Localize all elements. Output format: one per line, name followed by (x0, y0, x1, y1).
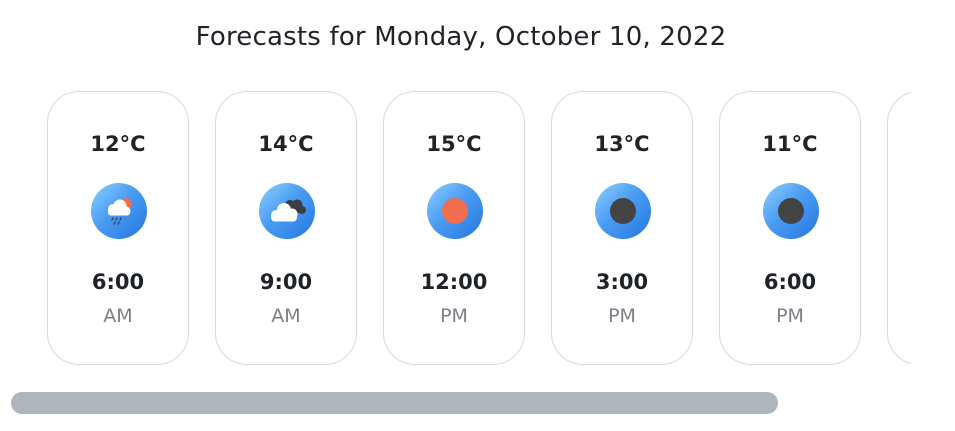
page-title: Forecasts for Monday, October 10, 2022 (195, 22, 727, 52)
rain-cloud-sun-icon (91, 183, 147, 239)
moon-icon (595, 183, 651, 239)
forecast-card[interactable]: 15°C 12:00 PM (383, 91, 525, 365)
forecast-time: 12:00 (420, 270, 488, 294)
cloudy-icon (259, 183, 315, 239)
forecast-temp: 14°C (258, 132, 314, 156)
moon-icon (763, 183, 819, 239)
forecast-temp: 11°C (762, 132, 818, 156)
forecast-card[interactable]: 13°C 3:00 PM (551, 91, 693, 365)
forecast-time: 6:00 (763, 270, 817, 294)
forecast-temp: 12°C (90, 132, 146, 156)
forecast-temp: 15°C (426, 132, 482, 156)
forecast-time: 3:00 (595, 270, 649, 294)
scrollbar-thumb[interactable] (11, 392, 778, 414)
forecast-period: PM (608, 305, 636, 327)
forecast-card[interactable]: 11°C 6:00 PM (719, 91, 861, 365)
horizontal-scrollbar[interactable] (10, 389, 910, 417)
forecast-card[interactable]: 12°C 6:00 AM (47, 91, 189, 365)
sun-icon (427, 183, 483, 239)
forecast-period: AM (271, 305, 301, 327)
forecast-card[interactable]: 14°C 9:00 AM (215, 91, 357, 365)
forecast-time: 6:00 (91, 270, 145, 294)
forecast-period: PM (776, 305, 804, 327)
forecast-period: PM (440, 305, 468, 327)
forecast-temp: 13°C (594, 132, 650, 156)
forecast-card-partial[interactable] (887, 91, 911, 365)
forecast-time: 9:00 (259, 270, 313, 294)
forecast-period: AM (103, 305, 133, 327)
forecast-strip[interactable]: 12°C 6:00 AM 14°C 9:00 AM 15°C 12:00 PM … (47, 91, 911, 367)
